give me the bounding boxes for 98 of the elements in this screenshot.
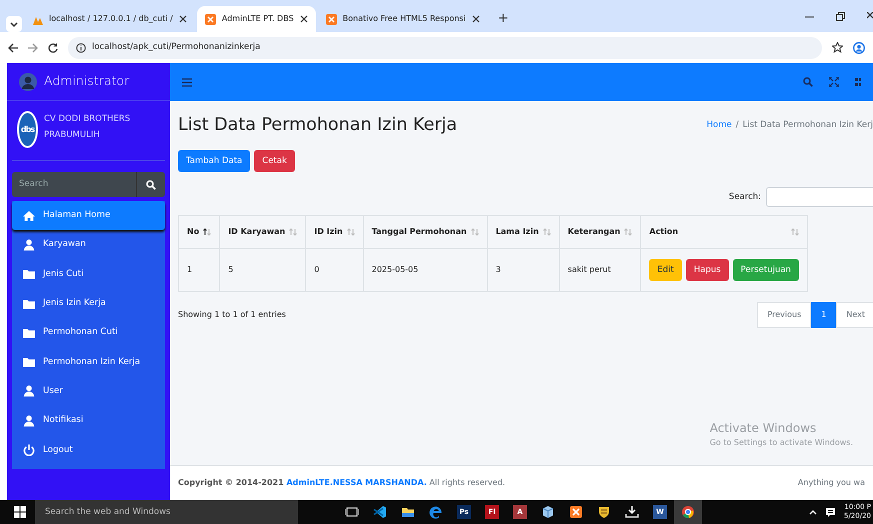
tab-list-icon[interactable] [6,16,22,32]
download-icon[interactable] [625,505,639,519]
notification-icon[interactable] [825,506,836,518]
star-icon[interactable] [832,42,843,53]
person-icon [23,414,35,427]
tab-title: AdminLTE PT. DBS [222,13,294,25]
shield-icon[interactable] [597,505,611,519]
expand-icon[interactable] [829,77,839,87]
column-header[interactable]: Tanggal Permohonan [363,216,488,249]
sidebar-item[interactable]: Jenis Izin Kerja [12,288,165,318]
browser-tab[interactable]: localhost / 127.0.0.1 / db_cuti / [24,6,195,32]
power-icon [23,444,35,456]
column-header[interactable]: Lama Izin [487,216,560,249]
edit-button[interactable]: Edit [649,259,682,282]
grid-icon[interactable] [855,77,861,87]
table-cell: 0 [306,248,364,292]
brand-title[interactable]: Administrator [44,72,130,91]
search-icon [146,180,156,190]
sidebar-item[interactable]: Halaman Home [12,201,165,230]
task-view-icon[interactable] [345,505,359,519]
column-header[interactable]: No [178,216,220,249]
browser-icon[interactable] [429,505,443,519]
back-icon[interactable] [8,42,18,52]
xampp-icon[interactable] [569,505,583,519]
search-button[interactable] [136,172,165,197]
column-header[interactable]: ID Karyawan [220,216,306,249]
reload-icon[interactable] [48,42,58,52]
table-info: Showing 1 to 1 of 1 entries [178,309,286,322]
folder-icon [23,356,35,368]
table-cell: 3 [487,248,560,292]
search-label: Search: [728,190,761,204]
browser-tab[interactable]: Bonativo Free HTML5 Responsi [318,6,488,32]
folder-icon [23,298,35,310]
info-icon [76,42,86,52]
sidebar-item[interactable]: Jenis Cuti [12,260,165,289]
profile-icon[interactable] [853,42,865,54]
xampp-logo-icon [204,14,216,24]
close-icon[interactable] [867,12,873,20]
forward-icon[interactable] [28,42,38,52]
company-name: CV DODI BROTHERS PRABUMULIH [44,113,132,142]
sidebar-item[interactable]: User [12,376,165,406]
column-header[interactable]: ID Izin [306,216,364,249]
activation-message: Go to Settings to activate Windows. [710,437,853,449]
sidebar-item[interactable]: Notifikasi [12,406,165,436]
pagination-link[interactable]: Previous [757,302,812,328]
table-cell: 2025-05-05 [363,248,488,292]
close-icon[interactable] [472,15,480,23]
address-bar[interactable]: localhost/apk_cuti/Permohonanizinkerja [68,36,822,58]
sidebar-item[interactable]: Permohonan Izin Kerja [12,347,165,377]
breadcrumb-link[interactable]: Home [706,119,732,132]
person-icon [23,385,35,398]
breadcrumb-current: List Data Permohonan Izin Kerj [742,119,873,132]
avatar-icon [19,72,37,90]
menu-icon[interactable] [182,78,192,86]
chevron-up-icon[interactable] [809,509,817,515]
code-editor-icon[interactable] [373,505,387,519]
search-field[interactable]: Search [12,172,136,197]
close-icon[interactable] [178,15,187,23]
new-tab-button[interactable]: + [490,8,517,32]
table-cell: 1 [178,248,220,292]
copyright-text: Copyright © 2014-2021 AdminLTE.NESSA MARSHANDA. All rights reserved. [178,477,506,489]
search-field[interactable] [766,187,873,208]
pagination-link[interactable]: Next [836,302,873,328]
table-cell: sakit perut [559,248,641,292]
print-button[interactable]: Cetak [254,150,295,172]
page-title: List Data Permohonan Izin Kerja [178,115,458,136]
column-header[interactable]: Keterangan [559,216,641,249]
person-icon [23,238,35,251]
sidebar-item[interactable]: Karyawan [12,230,165,260]
breadcrumb-separator: / [736,119,739,132]
search-icon[interactable] [803,77,813,87]
home-icon [23,210,35,222]
folder-icon [23,268,35,280]
sidebar-item[interactable]: Logout [12,435,165,465]
add-data-button[interactable]: Tambah Data [178,150,250,172]
xampp-logo-icon [326,14,337,24]
taskbar-search-field[interactable]: Search the web and Windows [35,500,298,524]
sort-icon[interactable] [203,228,212,236]
url-text: localhost/apk_cuti/Permohonanizinkerja [92,41,260,54]
tab-title: Bonativo Free HTML5 Responsi [342,13,466,25]
tab-title: localhost / 127.0.0.1 / db_cuti / [49,13,173,25]
footer-link[interactable]: AdminLTE.NESSA MARSHANDA. [286,478,427,487]
windows-icon[interactable] [14,506,26,518]
restore-icon[interactable] [836,12,845,20]
footer-note: Anything you wa [798,477,865,489]
table-cell: 5 [220,248,306,292]
close-icon[interactable] [300,15,308,23]
chrome-icon[interactable] [681,505,695,519]
delete-button[interactable]: Hapus [686,259,729,282]
activation-title: Activate Windows [710,420,818,437]
folder-icon[interactable] [401,505,415,519]
column-header[interactable]: Action [640,216,808,249]
folder-icon [23,326,35,339]
browser-tab[interactable]: AdminLTE PT. DBS [196,6,316,32]
company-logo: dbs [17,111,38,148]
pagination-link[interactable]: 1 [811,302,836,328]
cube-icon[interactable] [541,505,555,519]
sidebar-item[interactable]: Permohonan Cuti [12,318,165,348]
